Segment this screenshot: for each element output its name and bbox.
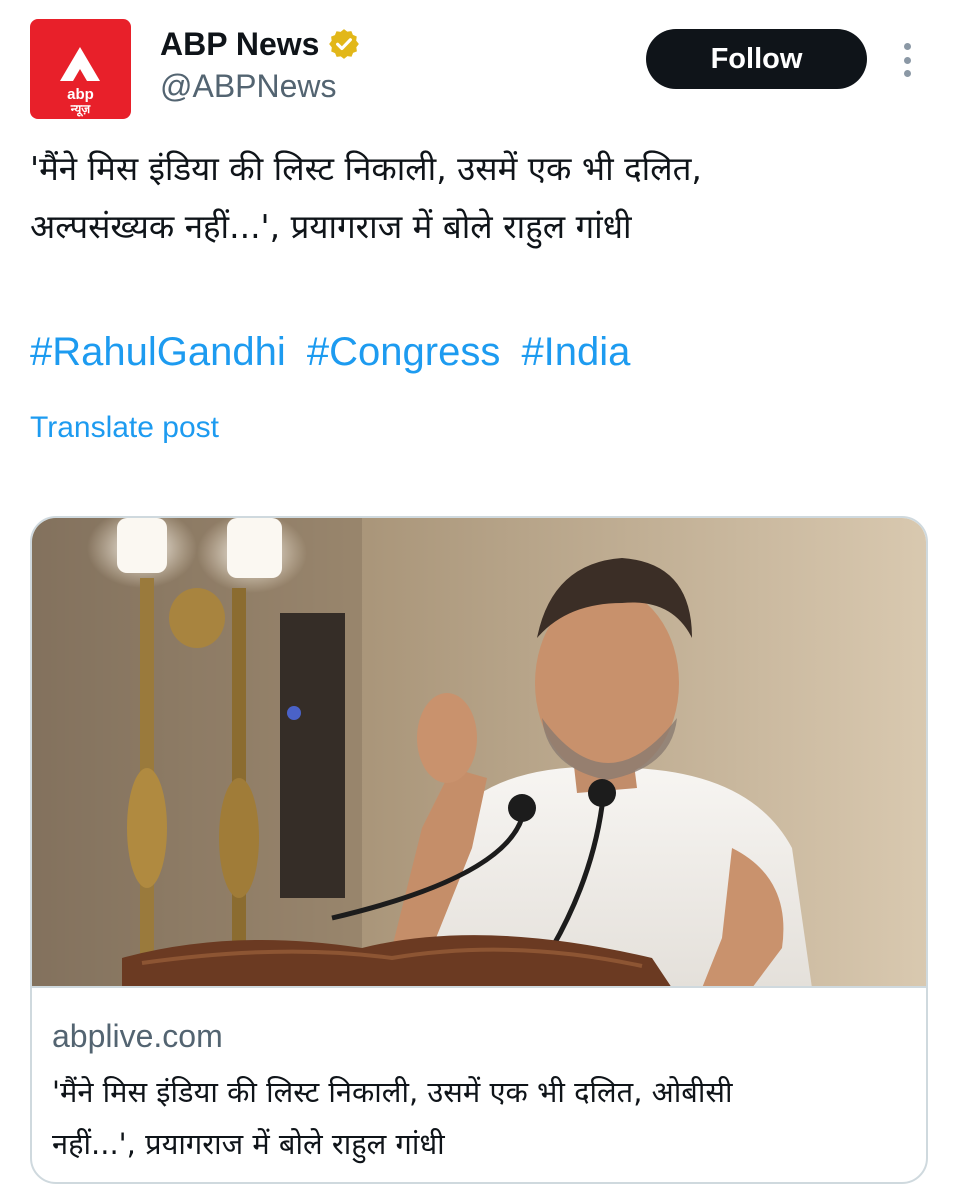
hashtag-link[interactable]: #India (521, 330, 630, 374)
avatar-logo-text: abp (67, 86, 94, 103)
hashtag-link[interactable]: #Congress (307, 330, 500, 374)
post-text-line: अल्पसंख्यक नहीं...', प्रयागराज में बोले … (30, 207, 632, 246)
hashtag-link[interactable]: #RahulGandhi (30, 330, 286, 374)
photo-illustration (32, 518, 926, 988)
post-text: 'मैंने मिस इंडिया की लिस्ट निकाली, उसमें… (30, 140, 930, 256)
card-title-line: नहीं...', प्रयागराज में बोले राहुल गांधी (52, 1127, 445, 1161)
card-photo[interactable] (32, 518, 926, 988)
verified-badge-icon (327, 27, 361, 61)
link-preview-card[interactable]: abplive.com 'मैंने मिस इंडिया की लिस्ट न… (30, 516, 928, 1184)
card-title[interactable]: 'मैंने मिस इंडिया की लिस्ट निकाली, उसमें… (52, 1066, 912, 1170)
more-vertical-icon[interactable] (896, 40, 918, 80)
card-divider (32, 986, 926, 988)
translate-post-link[interactable]: Translate post (30, 411, 219, 445)
follow-button[interactable]: Follow (646, 29, 867, 89)
author-handle[interactable]: @ABPNews (160, 68, 337, 105)
display-name[interactable]: ABP News (160, 26, 319, 63)
post-text-line: 'मैंने मिस इंडिया की लिस्ट निकाली, उसमें… (30, 149, 702, 188)
card-domain[interactable]: abplive.com (52, 1018, 223, 1055)
card-title-line: 'मैंने मिस इंडिया की लिस्ट निकाली, उसमें… (52, 1075, 733, 1109)
avatar-logo-subtext: न्यूज़ (70, 102, 91, 116)
hashtags: #RahulGandhi #Congress #India (30, 330, 640, 375)
author-name-row: ABP News (160, 24, 361, 64)
avatar[interactable]: abp न्यूज़ (30, 19, 131, 119)
